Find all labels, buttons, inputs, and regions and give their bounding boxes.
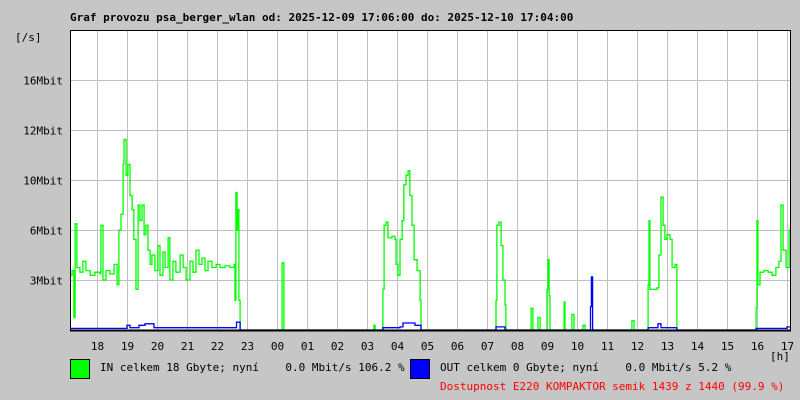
y-tick-label: 16Mbit <box>23 75 63 88</box>
x-tick-label: 07 <box>481 340 494 353</box>
x-tick-label: 12 <box>631 340 644 353</box>
x-tick-label: 02 <box>331 340 344 353</box>
legend-in-text: IN celkem 18 Gbyte; nyní 0.0 Mbit/s 106.… <box>100 361 405 374</box>
x-tick-label: 04 <box>391 340 405 353</box>
x-tick-label: 17 <box>781 340 794 353</box>
x-tick-label: 08 <box>511 340 524 353</box>
x-tick-label: 13 <box>661 340 674 353</box>
x-tick-label: 11 <box>601 340 614 353</box>
legend-in-swatch <box>70 359 90 379</box>
traffic-chart: 18 19 20 21 22 23 00 01 02 03 04 05 06 07 08 09 10 11 12 13… <box>23 30 794 353</box>
legend-out-text: OUT celkem 0 Gbyte; nyní 0.0 Mbit/s 5.2 … <box>440 361 732 374</box>
y-tick-label: 10Mbit <box>23 175 63 188</box>
x-tick-label: 18 <box>91 340 104 353</box>
x-tick-label: 22 <box>211 340 224 353</box>
y-tick-label: 6Mbit <box>30 225 63 238</box>
x-tick-label: 23 <box>241 340 254 353</box>
x-tick-label: 01 <box>301 340 314 353</box>
x-tick-label: 03 <box>361 340 374 353</box>
x-tick-label: 19 <box>121 340 134 353</box>
x-tick-label: 16 <box>751 340 764 353</box>
x-tick-label: 10 <box>571 340 584 353</box>
x-tick-label: 21 <box>181 340 194 353</box>
availability-note: Dostupnost E220 KOMPAKTOR semik 1439 z 1… <box>440 380 785 393</box>
x-tick-label: 00 <box>271 340 284 353</box>
y-tick-label: 3Mbit <box>30 275 63 288</box>
x-tick-label: 20 <box>151 340 164 353</box>
x-tick-label: 05 <box>421 340 434 353</box>
x-tick-label: 14 <box>691 340 705 353</box>
x-tick-label: 15 <box>721 340 734 353</box>
x-tick-label: 06 <box>451 340 464 353</box>
x-tick-label: 09 <box>541 340 554 353</box>
legend-out-swatch <box>410 359 430 379</box>
y-tick-label: 12Mbit <box>23 125 63 138</box>
